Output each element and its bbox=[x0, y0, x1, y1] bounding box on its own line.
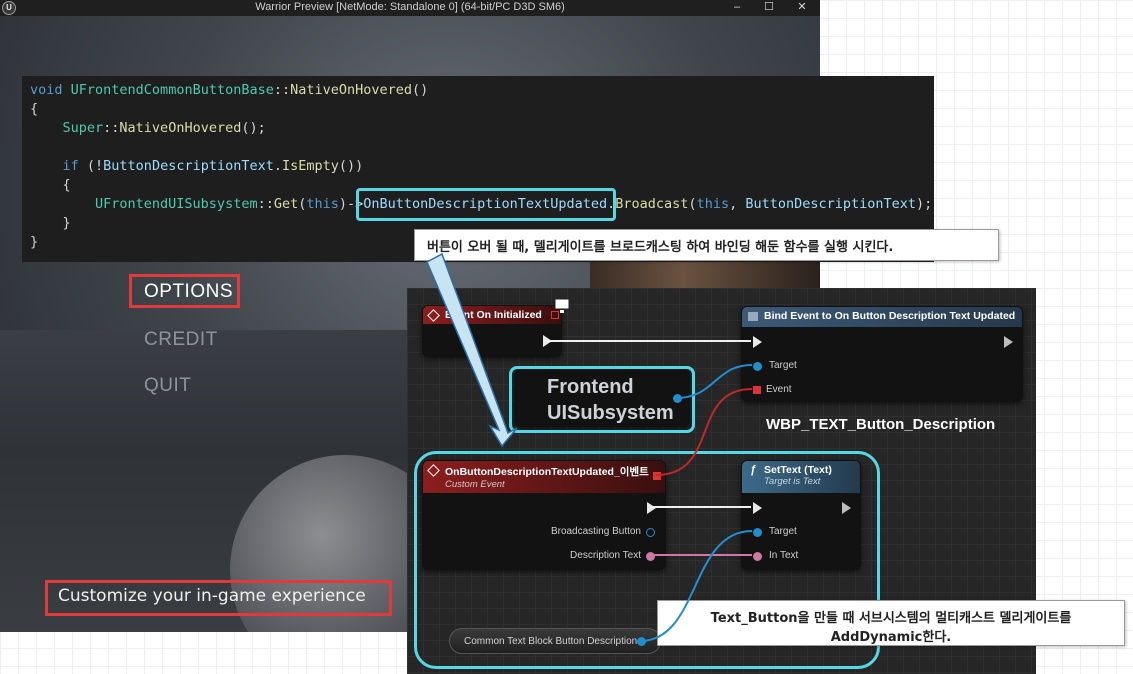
event-delegate-wire bbox=[655, 388, 753, 476]
variable-wire bbox=[639, 530, 753, 642]
monitor-icon bbox=[554, 298, 570, 313]
annotation-arrow-icon bbox=[426, 252, 518, 448]
target-wire bbox=[675, 364, 753, 399]
connection-wires bbox=[426, 252, 753, 642]
